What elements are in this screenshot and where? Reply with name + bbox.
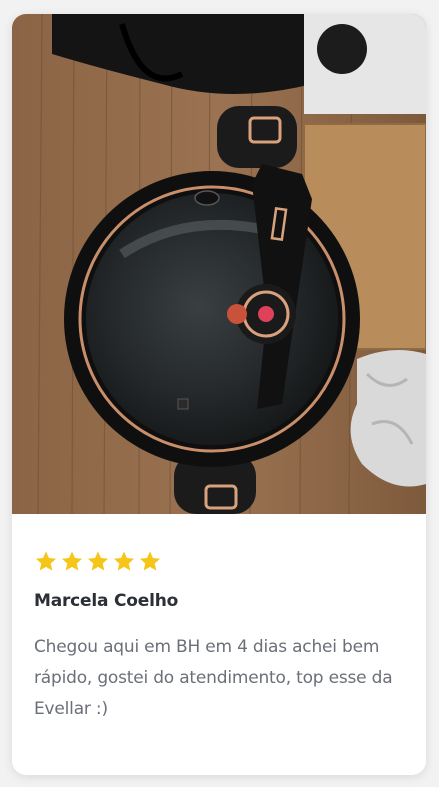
- star-rating: [34, 550, 162, 573]
- star-icon: [61, 551, 83, 571]
- reviewer-name: Marcela Coelho: [34, 591, 179, 611]
- star-icon: [87, 551, 109, 571]
- review-card: Marcela Coelho Chegou aqui em BH em 4 di…: [12, 14, 426, 775]
- review-text: Chegou aqui em BH em 4 dias achei bem rá…: [34, 637, 393, 719]
- star-icon: [35, 551, 57, 571]
- star-icon: [139, 551, 161, 571]
- star-icon: [113, 551, 135, 571]
- review-photo: [12, 14, 426, 514]
